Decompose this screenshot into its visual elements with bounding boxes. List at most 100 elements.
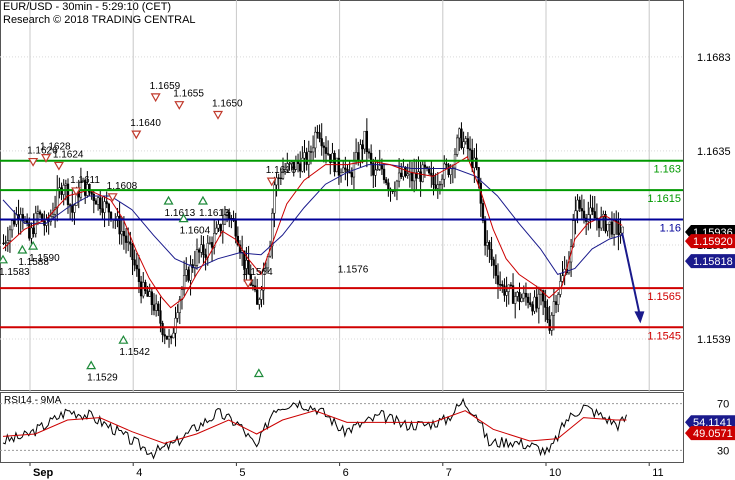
price-tag-label: 1.15818	[693, 256, 733, 268]
candle-body	[359, 144, 362, 162]
day-label: Sep	[33, 467, 53, 479]
candle-body	[348, 172, 351, 174]
candle-body	[591, 207, 594, 212]
candle-body	[466, 138, 470, 150]
candle-body	[404, 166, 407, 176]
candle-body	[6, 240, 9, 243]
candle-body	[309, 151, 313, 153]
candle-body	[256, 289, 259, 305]
candle-body	[417, 171, 420, 179]
candle-body	[109, 211, 113, 220]
candle-body	[524, 292, 528, 298]
price-tag-label: 1.15920	[693, 236, 733, 248]
swing-high-label: 1.1616	[266, 165, 297, 176]
day-label: 6	[343, 467, 349, 479]
candle-body	[363, 130, 366, 150]
candle-body	[322, 145, 326, 148]
candle-body	[303, 152, 306, 159]
candle-body	[490, 249, 493, 260]
swing-low-label: 1.1590	[29, 253, 60, 264]
candle-body	[350, 172, 353, 178]
candle-body	[529, 302, 532, 305]
candle-body	[279, 177, 283, 180]
candle-body	[122, 231, 126, 237]
candle-body	[413, 172, 416, 182]
rsi-panel: RSI14 - 9MA 703054.114149.0571	[0, 392, 735, 463]
candle-body	[462, 141, 465, 148]
candle-body	[94, 200, 98, 205]
candle-body	[155, 303, 158, 311]
eurusd-chart: Sep456710111.16831.16351.15871.15391.163…	[0, 0, 735, 479]
rsi-tick-label: 30	[717, 445, 729, 457]
candle-body	[456, 137, 459, 155]
candle-body	[406, 173, 409, 176]
candle-body	[397, 172, 401, 182]
candle-body	[434, 184, 437, 189]
candle-body	[440, 178, 444, 185]
candle-body	[374, 169, 377, 176]
candle-body	[277, 177, 280, 179]
candle-body	[142, 282, 145, 297]
candle-body	[135, 264, 138, 270]
candle-body	[176, 312, 179, 319]
level-label: 1.1565	[647, 291, 681, 303]
candle-body	[578, 199, 581, 209]
candle-body	[195, 249, 199, 266]
candle-body	[206, 243, 209, 258]
candle-body	[23, 220, 27, 222]
candle-body	[380, 165, 384, 170]
candle-body	[580, 208, 584, 212]
candle-body	[210, 242, 214, 248]
level-label: 1.1615	[647, 193, 681, 205]
candle-body	[307, 151, 310, 165]
candle-body	[370, 152, 373, 164]
candle-body	[544, 300, 547, 308]
candle-body	[144, 282, 147, 292]
candle-body	[174, 317, 177, 334]
candle-body	[621, 226, 624, 234]
candle-body	[208, 242, 212, 244]
day-label: 5	[239, 467, 245, 479]
candle-body	[159, 310, 162, 324]
swing-high-label: 1.1611	[70, 175, 100, 186]
candle-body	[320, 138, 323, 147]
candle-body	[258, 299, 261, 305]
candle-body	[410, 172, 414, 182]
candle-body	[606, 223, 609, 232]
candle-body	[593, 211, 596, 219]
candle-body	[299, 163, 302, 172]
candle-body	[157, 303, 160, 311]
candle-body	[327, 153, 330, 155]
candle-body	[2, 242, 5, 245]
candle-body	[96, 197, 100, 205]
swing-low-label: 1.1604	[180, 226, 211, 237]
candle-body	[28, 222, 31, 239]
candle-body	[170, 336, 173, 339]
swing-high-label: 1.1624	[53, 149, 84, 160]
price-tick-label: 1.1683	[697, 52, 731, 64]
rsi-tag-label: 49.0571	[693, 428, 733, 440]
candle-body	[367, 151, 371, 154]
candle-body	[464, 138, 467, 142]
level-label: 1.163	[653, 164, 681, 176]
candle-body	[419, 171, 422, 182]
candle-body	[51, 214, 55, 217]
candle-body	[13, 220, 16, 225]
candle-body	[610, 221, 614, 235]
candle-body	[520, 297, 523, 302]
candle-body	[400, 172, 403, 177]
candle-body	[131, 243, 134, 260]
candle-body	[486, 242, 489, 246]
rsi-title: RSI14 - 9MA	[4, 395, 62, 406]
candle-body	[460, 128, 463, 148]
candle-body	[198, 249, 201, 253]
candle-body	[202, 244, 205, 255]
candle-body	[167, 336, 171, 340]
candle-body	[163, 334, 166, 337]
candle-body	[92, 193, 95, 201]
candle-body	[516, 292, 519, 297]
candle-body	[533, 296, 536, 312]
candle-body	[554, 301, 558, 305]
candle-body	[36, 211, 40, 214]
chart-title: EUR/USD - 30min - 5:29:10 (CET)	[3, 1, 172, 13]
